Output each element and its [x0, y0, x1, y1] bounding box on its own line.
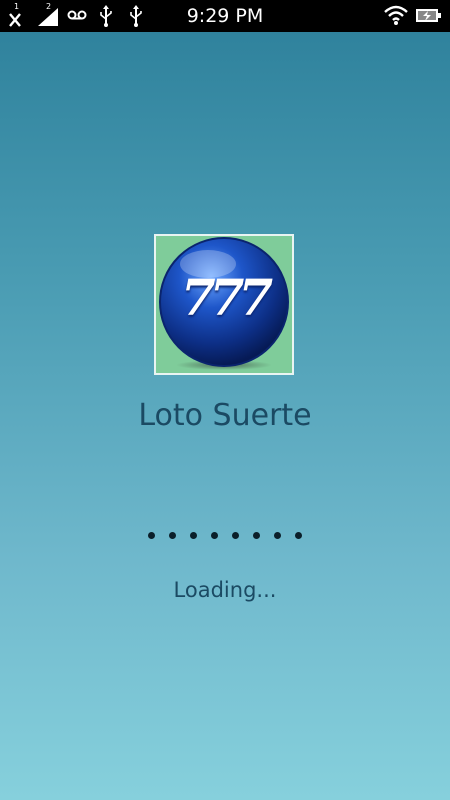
- loading-dot: [190, 532, 197, 539]
- app-name-title: Loto Suerte: [138, 398, 312, 433]
- loading-dot: [295, 532, 302, 539]
- app-logo: 777: [154, 234, 294, 375]
- loading-label: Loading...: [173, 578, 277, 602]
- battery-charging-icon: [414, 0, 442, 32]
- logo-777-text: 777: [180, 268, 273, 327]
- loading-dot: [169, 532, 176, 539]
- loading-dot: [232, 532, 239, 539]
- wifi-icon: [383, 0, 409, 32]
- loading-dot: [274, 532, 281, 539]
- loading-dot: [211, 532, 218, 539]
- loading-dot: [148, 532, 155, 539]
- loading-dot: [253, 532, 260, 539]
- loading-dots: [0, 532, 450, 539]
- status-bar: 1 2 9:29 PM: [0, 0, 450, 32]
